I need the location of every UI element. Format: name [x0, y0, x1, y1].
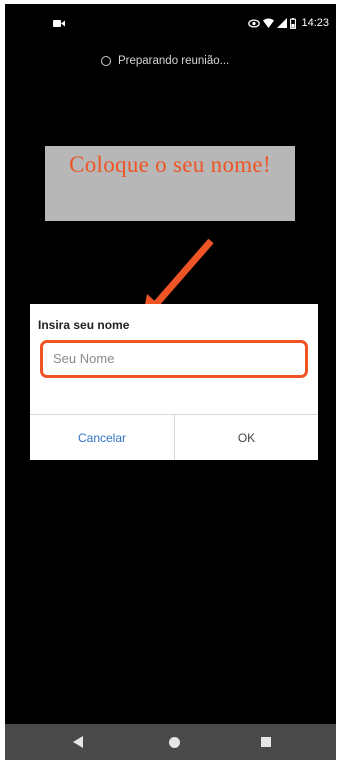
- wifi-icon: [263, 18, 275, 28]
- status-bar: 14:23: [5, 4, 336, 40]
- highlighted-input-border: [40, 340, 308, 378]
- spinner-icon: [101, 56, 111, 66]
- clock: 14:23: [301, 17, 329, 29]
- annotation-text: Coloque o seu nome!: [69, 152, 271, 177]
- recents-icon[interactable]: [261, 737, 271, 747]
- video-icon: [53, 20, 65, 27]
- ok-button[interactable]: OK: [174, 415, 318, 460]
- phone-screen: 14:23 Preparando reunião... Coloque o se…: [5, 4, 336, 760]
- back-icon[interactable]: [73, 736, 83, 748]
- loading-status: Preparando reunião...: [101, 55, 229, 67]
- eye-icon: [248, 18, 261, 28]
- name-dialog: Insira seu nome Cancelar OK: [30, 304, 318, 460]
- annotation-callout: Coloque o seu nome!: [45, 146, 295, 221]
- name-input[interactable]: [53, 351, 293, 366]
- cancel-button[interactable]: Cancelar: [30, 415, 174, 460]
- battery-icon: [290, 17, 297, 29]
- dialog-title: Insira seu nome: [38, 318, 130, 332]
- loading-text: Preparando reunião...: [118, 55, 230, 67]
- navigation-bar: [5, 724, 336, 760]
- home-icon[interactable]: [169, 737, 180, 748]
- status-icons: 14:23: [248, 16, 329, 30]
- signal-icon: [277, 18, 288, 28]
